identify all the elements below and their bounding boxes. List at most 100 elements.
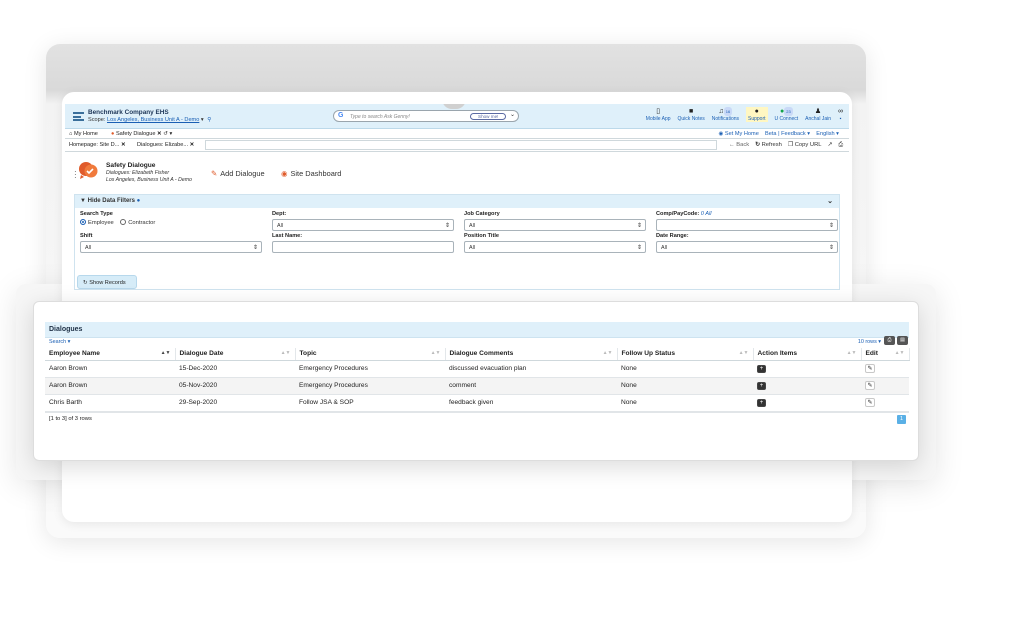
data-filters-panel: ▼ Hide Data Filters ● ⌄ Search Type Empl… <box>74 194 840 290</box>
comp-paycode-select[interactable]: ⇕ <box>656 219 838 231</box>
search-bar[interactable]: G Type to search Ask Genny! Show me! ⌄ <box>333 110 519 122</box>
menu-icon[interactable] <box>73 112 84 121</box>
add-action-item-button[interactable]: + <box>757 398 766 407</box>
date-range-filter: Date Range: All ⇕ <box>656 233 838 253</box>
page-location: Los Angeles, Business Unit A - Demo <box>106 177 192 183</box>
sort-icon[interactable]: ▲▼ <box>161 350 171 356</box>
date-range-select[interactable]: All ⇕ <box>656 241 838 253</box>
info-icon[interactable]: ● <box>137 198 141 204</box>
comp-paycode-label-row: Comp/PayCode: 0 All <box>656 211 838 217</box>
cell-dialogue-comments: feedback given <box>445 394 617 412</box>
scope-link[interactable]: Los Angeles, Business Unit A - Demo <box>107 117 199 123</box>
scope-line: Scope: Los Angeles, Business Unit A - De… <box>88 117 211 123</box>
site-dashboard-button[interactable]: ◉ Site Dashboard <box>281 169 341 178</box>
show-records-button[interactable]: ↻ Show Records <box>77 275 137 289</box>
employee-radio[interactable]: Employee <box>80 219 114 226</box>
add-action-item-button[interactable]: + <box>757 381 766 390</box>
chevron-down-icon[interactable]: ▾ <box>170 131 173 137</box>
sort-icon[interactable]: ▲▼ <box>603 350 613 356</box>
tab-safety-dialogue[interactable]: ● Safety Dialogue ✕ ↺ ▾ <box>111 131 172 137</box>
dept-select[interactable]: All ⇕ <box>272 219 454 231</box>
external-link-icon[interactable]: ↗ <box>828 142 833 149</box>
refresh-button[interactable]: ↻ Refresh <box>755 142 782 149</box>
add-dialogue-button[interactable]: ✎ Add Dialogue <box>211 169 265 178</box>
search-link-label: Search <box>49 339 67 345</box>
comp-paycode-all-link[interactable]: 0 All <box>701 211 712 217</box>
dept-label: Dept: <box>272 211 287 217</box>
export-icon[interactable]: ▤ <box>897 336 908 345</box>
job-category-select[interactable]: All ⇕ <box>464 219 646 231</box>
sort-icon[interactable]: ▲▼ <box>739 350 749 356</box>
tab-my-home[interactable]: ⌂ My Home <box>69 131 98 137</box>
dialogues-grid: Dialogues Search ▾ 10 rows ▾ ⎙ ▤ Employe… <box>45 322 910 436</box>
select-arrow-icon: ⇕ <box>636 244 642 251</box>
rows-per-page-select[interactable]: 10 rows ▾ <box>858 339 881 345</box>
collapse-toggle[interactable]: ⌃ <box>442 104 466 109</box>
cell-employee-name: Aaron Brown <box>45 360 175 378</box>
set-my-home-link[interactable]: Set My Home <box>725 131 759 137</box>
contractor-radio[interactable]: Contractor <box>120 219 155 226</box>
copy-url-button[interactable]: ❐ Copy URL <box>788 142 822 149</box>
sort-icon[interactable]: ▲▼ <box>895 350 905 356</box>
print-icon[interactable]: ⎙ <box>884 336 895 345</box>
drag-handle-icon[interactable]: · · · <box>74 168 77 182</box>
pagination-page-1[interactable]: 1 <box>897 414 906 424</box>
position-title-select[interactable]: All ⇕ <box>464 241 646 253</box>
column-topic[interactable]: Topic ▲▼ <box>295 348 446 361</box>
table-row[interactable]: Chris Barth 29-Sep-2020 Follow JSA & SOP… <box>45 394 909 412</box>
column-dialogue-comments[interactable]: Dialogue Comments ▲▼ <box>445 348 618 361</box>
cell-edit: ✎ <box>861 360 909 378</box>
back-button[interactable]: ← Back <box>729 142 749 149</box>
pin-icon[interactable]: ⚲ <box>207 117 211 123</box>
breadcrumb-empty-area <box>205 140 717 150</box>
close-icon[interactable]: ✕ <box>190 142 195 148</box>
column-follow-up-status[interactable]: Follow Up Status ▲▼ <box>617 348 754 361</box>
sort-icon[interactable]: ▲▼ <box>847 350 857 356</box>
column-employee-name[interactable]: Employee Name ▲▼ <box>45 348 176 361</box>
edit-button[interactable]: ✎ <box>865 398 875 407</box>
mobile-app-button[interactable]: ▯ Mobile App <box>646 107 671 122</box>
cell-topic: Follow JSA & SOP <box>295 394 445 412</box>
chevron-down-icon[interactable]: ⌄ <box>510 111 515 118</box>
beta-feedback-link[interactable]: Beta | Feedback <box>765 131 806 137</box>
sort-icon[interactable]: ▲▼ <box>281 350 291 356</box>
chat-icon: ● 23 <box>779 107 793 116</box>
add-action-item-button[interactable]: + <box>757 364 766 373</box>
history-icon[interactable]: ↺ <box>163 131 168 137</box>
chevron-down-icon[interactable]: ▾ <box>201 117 204 123</box>
eye-icon: ◉ <box>718 130 724 137</box>
user-menu-button[interactable]: ♟ Anchal Jain <box>805 107 831 122</box>
u-connect-button[interactable]: ● 23 U Connect <box>775 107 798 122</box>
link-button[interactable]: ∞ ▪ <box>838 107 843 122</box>
language-select[interactable]: English <box>816 131 834 137</box>
support-button[interactable]: ● Support <box>746 107 768 122</box>
search-input[interactable]: Type to search Ask Genny! <box>350 114 410 120</box>
column-dialogue-date[interactable]: Dialogue Date ▲▼ <box>175 348 296 361</box>
column-action-items[interactable]: Action Items ▲▼ <box>753 348 862 361</box>
edit-button[interactable]: ✎ <box>865 364 875 373</box>
shift-label: Shift <box>80 233 93 239</box>
last-name-input[interactable] <box>272 241 454 253</box>
chevron-down-icon[interactable]: ⌄ <box>827 197 833 205</box>
table-row[interactable]: Aaron Brown 05-Nov-2020 Emergency Proced… <box>45 377 909 395</box>
search-link[interactable]: Search ▾ <box>49 339 70 345</box>
sort-icon[interactable]: ▲▼ <box>431 350 441 356</box>
edit-button[interactable]: ✎ <box>865 381 875 390</box>
quick-notes-button[interactable]: ■ Quick Notes <box>678 107 705 122</box>
close-icon[interactable]: ✕ <box>157 131 162 137</box>
breadcrumb-item-homepage[interactable]: Homepage: Site D... ✕ <box>69 142 126 148</box>
cell-dialogue-date: 29-Sep-2020 <box>175 394 295 412</box>
close-icon[interactable]: ✕ <box>121 142 126 148</box>
shift-select[interactable]: All ⇕ <box>80 241 262 253</box>
column-edit[interactable]: Edit ▲▼ <box>861 348 910 361</box>
job-category-filter: Job Category All ⇕ <box>464 211 646 231</box>
notifications-button[interactable]: ♫ 16 Notifications <box>712 107 739 122</box>
print-icon[interactable]: ⎙ <box>838 142 843 149</box>
breadcrumb-item-dialogues[interactable]: Dialogues: Elizabe... ✕ <box>137 142 194 148</box>
show-me-button[interactable]: Show me! <box>470 112 507 120</box>
trash-icon[interactable]: ▪ <box>838 116 843 122</box>
table-row[interactable]: Aaron Brown 15-Dec-2020 Emergency Proced… <box>45 360 909 378</box>
tab-safety-dialogue-label: Safety Dialogue <box>115 130 156 137</box>
filters-header[interactable]: ▼ Hide Data Filters ● ⌄ <box>75 195 839 208</box>
quick-notes-label: Quick Notes <box>677 116 705 122</box>
